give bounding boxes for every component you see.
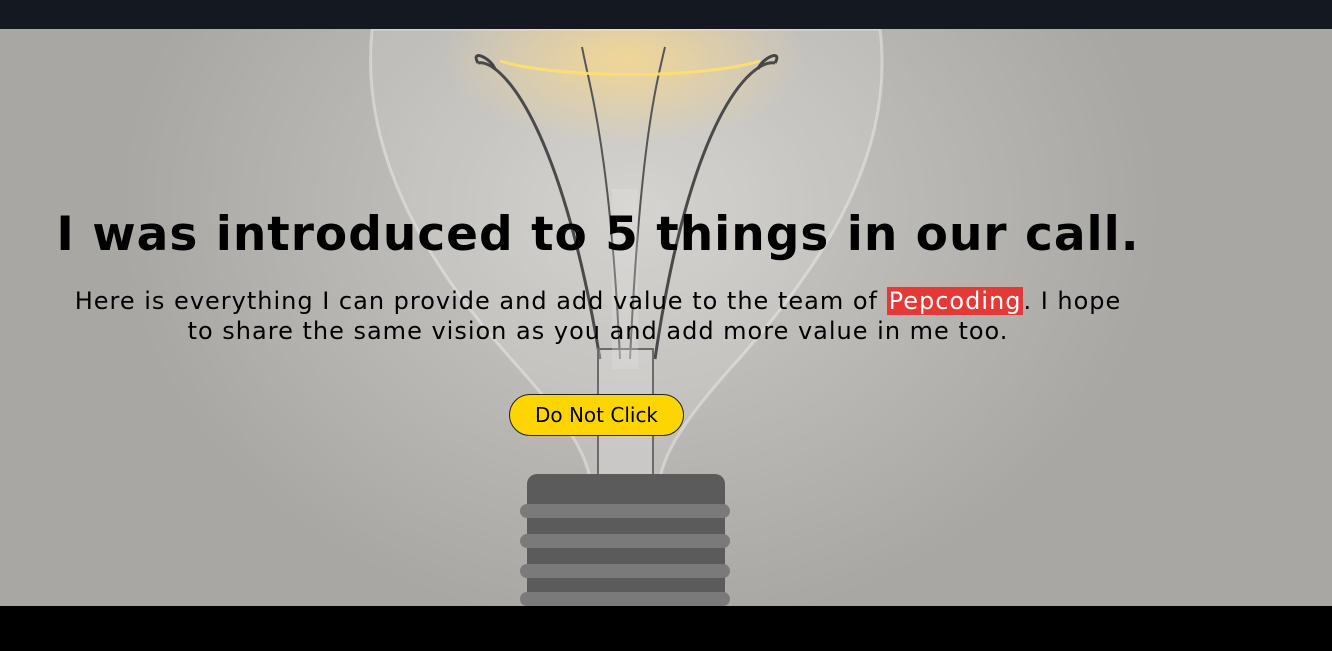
do-not-click-button[interactable]: Do Not Click <box>509 394 684 436</box>
hero-paragraph: Here is everything I can provide and add… <box>60 286 1136 346</box>
page-footer <box>0 606 1332 651</box>
hero-section: I was introduced to 5 things in our call… <box>0 29 1332 606</box>
company-highlight: Pepcoding <box>886 287 1024 315</box>
hero-paragraph-start: Here is everything I can provide and add… <box>74 287 887 315</box>
hero-headline: I was introduced to 5 things in our call… <box>56 207 1140 262</box>
top-navbar <box>0 0 1332 29</box>
